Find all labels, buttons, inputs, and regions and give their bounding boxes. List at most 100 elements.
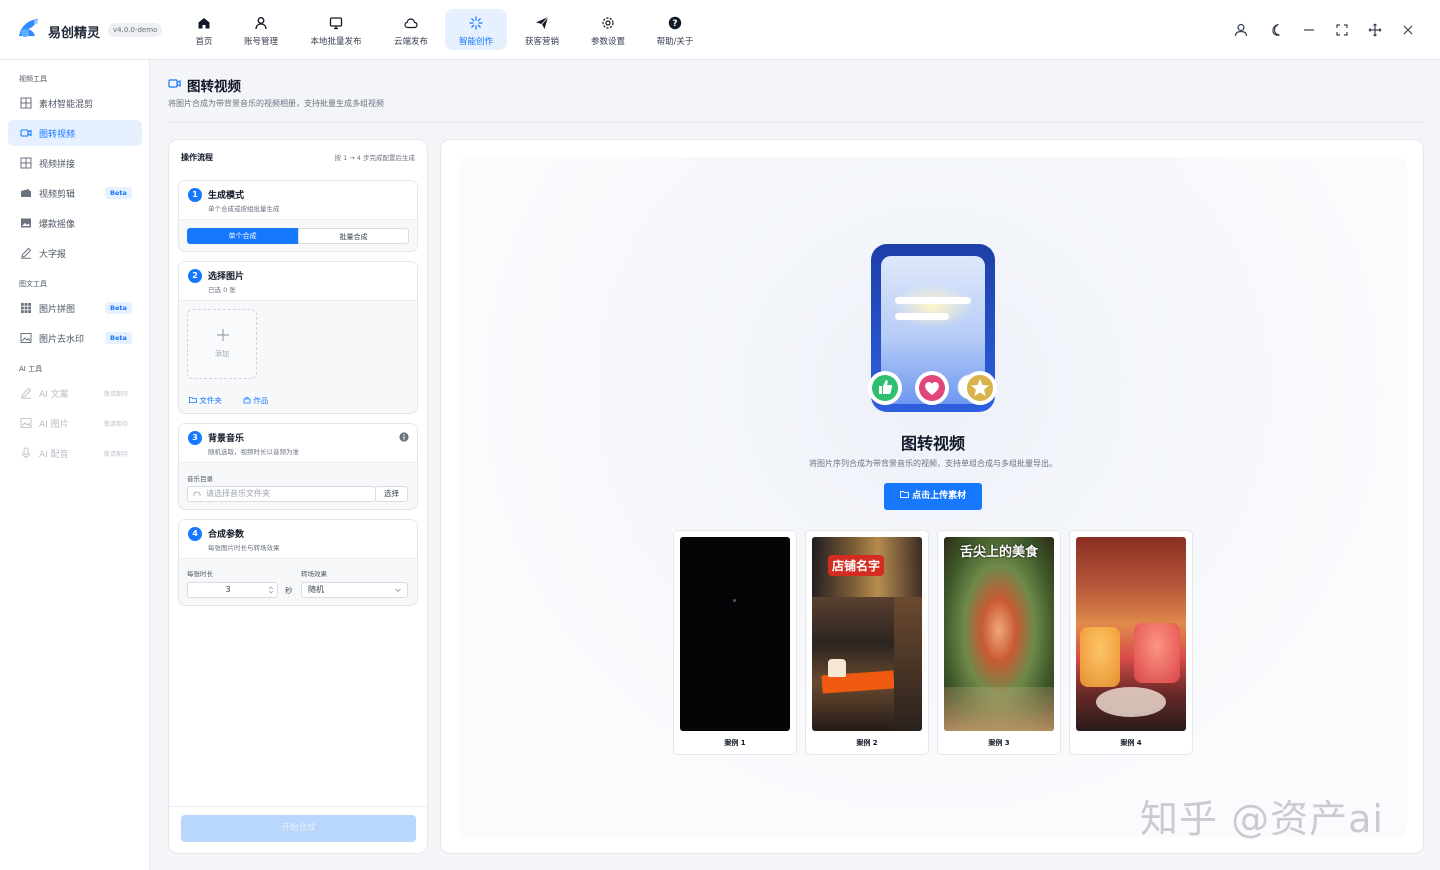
beta-badge: Beta [105, 332, 132, 344]
sidebar-item-remove-watermark[interactable]: 图片去水印 Beta [8, 325, 142, 351]
phone-illustration [868, 244, 997, 412]
mode-single-button[interactable]: 单个合成 [187, 228, 298, 244]
pen-icon [21, 247, 32, 259]
sparkle-icon [469, 16, 483, 30]
svg-text:?: ? [672, 19, 677, 29]
video-icon [168, 79, 181, 88]
logo-icon [19, 19, 38, 37]
sidebar-item-label: 图片去水印 [39, 335, 85, 345]
case-label: 案例 1 [724, 739, 746, 747]
folder-icon [899, 491, 909, 498]
upload-material-button[interactable]: 点击上传素材 [884, 483, 982, 510]
headphones-icon [193, 491, 201, 496]
step-number: 2 [188, 269, 202, 283]
sidebar-item-label: 图片拼图 [39, 305, 76, 315]
case-card-1[interactable]: 案例 1 [673, 530, 797, 755]
duration-value: 3 [225, 585, 231, 594]
case-thumbnail [680, 537, 790, 731]
close-icon[interactable] [1400, 22, 1416, 38]
step-generate-mode: 1 生成模式 单个合成或按组批量生成 单个合成 批量合成 [178, 180, 418, 252]
sidebar-item-ai-image[interactable]: AI 图片 敬请期待 [8, 410, 142, 436]
sidebar-item-big-text[interactable]: 大字报 [8, 240, 142, 266]
profile-button[interactable] [1233, 22, 1249, 38]
nav-home[interactable]: 首页 [173, 9, 235, 50]
sidebar-item-label: 视频剪辑 [39, 190, 76, 200]
stepper-arrows-icon[interactable] [267, 584, 275, 596]
nav-local-publish[interactable]: 本地批量发布 [305, 9, 367, 50]
case-card-4[interactable]: 案例 4 [1069, 530, 1193, 755]
cloud-icon [404, 18, 418, 29]
monitor-icon [329, 17, 343, 30]
nav-smart-create[interactable]: 智能创作 [445, 9, 507, 50]
step-header: 4 合成参数 每张图片时长与转场效果 [179, 520, 417, 559]
works-link[interactable]: 作品 [243, 395, 268, 406]
sidebar-section-title: 图文工具 [19, 280, 47, 288]
beta-badge: Beta [105, 302, 132, 314]
beta-badge: Beta [105, 187, 132, 199]
sidebar-item-label: 素材智能混剪 [39, 100, 94, 110]
nav-settings[interactable]: 参数设置 [577, 9, 639, 50]
case-card-3[interactable]: 舌尖上的美食 案例 3 [937, 530, 1061, 755]
step-background-music: 3 背景音乐 随机选取，视频时长以音频为准 音乐目录 请选择音乐文件夹 选择 [178, 423, 418, 510]
step-number: 4 [188, 527, 202, 541]
nav-help[interactable]: ? 帮助/关于 [644, 9, 706, 50]
page-description: 将图片合成为带背景音乐的视频相册，支持批量生成多组视频 [168, 99, 384, 108]
choose-music-button[interactable]: 选择 [375, 486, 408, 502]
sidebar-section-title: 视频工具 [19, 75, 47, 83]
preview-panel: 图转视频 将图片序列合成为带背景音乐的视频，支持单组合成与多组批量导出。 点击上… [440, 139, 1424, 854]
workflow-hint: 按 1 → 4 步完成配置后生成 [334, 154, 415, 162]
info-icon[interactable] [399, 432, 409, 442]
start-compose-button[interactable]: 开始合成 [181, 815, 416, 842]
add-label: 添加 [215, 350, 229, 358]
sidebar-item-collage[interactable]: 图片拼图 Beta [8, 295, 142, 321]
sidebar-item-ai-voice[interactable]: AI 配音 敬请期待 [8, 440, 142, 466]
step-subtitle: 每张图片时长与转场效果 [208, 544, 280, 552]
move-icon[interactable] [1367, 22, 1383, 38]
nav-label: 智能创作 [458, 37, 493, 47]
moon-icon[interactable] [1268, 22, 1284, 38]
transition-select[interactable]: 随机 [301, 582, 408, 598]
sidebar-item-ai-copy[interactable]: AI 文案 敬请期待 [8, 380, 142, 406]
music-dir-input[interactable]: 请选择音乐文件夹 [187, 486, 376, 502]
grid-icon [20, 97, 32, 109]
step-subtitle: 随机选取，视频时长以音频为准 [208, 448, 299, 456]
coming-soon-note: 敬请期待 [104, 391, 129, 398]
nav-accounts[interactable]: 账号管理 [230, 9, 292, 50]
top-bar: 易创精灵 v4.0.0-demo 首页 账号管理 本地批量发布 云端发布 智能创… [0, 0, 1440, 60]
step-header: 2 选择图片 已选 0 张 [179, 262, 417, 301]
nav-label: 账号管理 [243, 37, 278, 47]
sidebar-item-image-to-video[interactable]: 图转视频 [8, 120, 142, 146]
preview-title: 图转视频 [900, 434, 965, 453]
sidebar-item-label: 视频拼接 [39, 160, 76, 170]
upload-label: 点击上传素材 [912, 491, 967, 501]
case-label: 案例 4 [1120, 739, 1142, 747]
sidebar-item-video-edit[interactable]: 视频剪辑 Beta [8, 180, 142, 206]
fullscreen-icon[interactable] [1334, 22, 1350, 38]
sidebar-item-viral-image[interactable]: 爆款摇像 [8, 210, 142, 236]
home-icon [198, 18, 210, 29]
nav-cloud-publish[interactable]: 云端发布 [380, 9, 442, 50]
sidebar-item-label: 图转视频 [39, 130, 76, 140]
nav-label: 获客营销 [524, 37, 559, 47]
folder-link[interactable]: 文件夹 [189, 395, 222, 406]
nav-marketing[interactable]: 获客营销 [511, 9, 573, 50]
step-select-images: 2 选择图片 已选 0 张 添加 文件夹 作品 [178, 261, 418, 414]
sidebar-item-material-mix[interactable]: 素材智能混剪 [8, 90, 142, 116]
mode-batch-button[interactable]: 批量合成 [298, 228, 409, 244]
duration-label: 每张时长 [187, 570, 213, 578]
music-dir-label: 音乐目录 [187, 475, 213, 483]
watermark: 知乎 @资产ai [1140, 797, 1384, 841]
nav-label: 帮助/关于 [656, 37, 694, 47]
step-title: 生成模式 [208, 191, 245, 201]
minimize-icon[interactable] [1301, 22, 1317, 38]
pen-icon [21, 387, 32, 399]
case-card-2[interactable]: 店铺名字 案例 2 [805, 530, 929, 755]
nav-label: 首页 [195, 37, 213, 47]
sidebar-item-label: AI 配音 [39, 450, 69, 460]
sidebar-item-video-join[interactable]: 视频拼接 [8, 150, 142, 176]
duration-stepper[interactable]: 3 [187, 582, 278, 598]
add-image-button[interactable]: 添加 [187, 309, 257, 379]
duration-unit: 秒 [285, 586, 293, 595]
step-subtitle: 单个合成或按组批量生成 [208, 205, 280, 213]
sidebar-item-label: AI 文案 [39, 390, 69, 400]
